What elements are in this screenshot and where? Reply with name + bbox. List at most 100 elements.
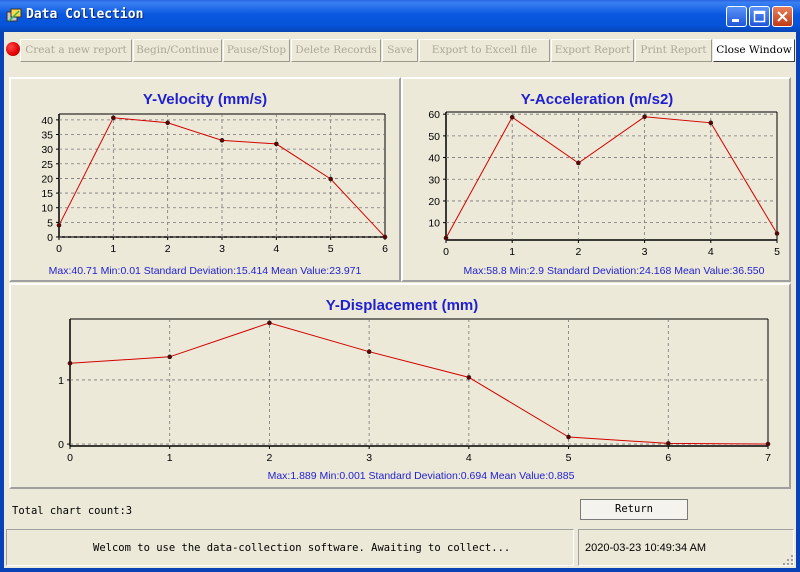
x-tick-label: 1 — [110, 243, 116, 255]
series-line — [69, 322, 769, 445]
data-point — [267, 320, 272, 326]
data-point — [466, 375, 472, 380]
begin-continue-button[interactable]: Begin/Continue — [133, 39, 222, 62]
minimize-icon — [732, 19, 739, 22]
x-tick-label: 2 — [575, 246, 581, 258]
x-tick-label: 0 — [67, 452, 73, 464]
delete-records-button[interactable]: Delete Records — [291, 39, 381, 62]
info-bar: Total chart count:3 Return — [4, 498, 796, 524]
x-tick-label: 3 — [642, 246, 648, 258]
y-tick-label: 0 — [47, 232, 53, 244]
data-point — [219, 138, 225, 143]
chart-title: Y-Acceleration (m/s2) — [521, 91, 674, 108]
toolbar: Creat a new report Begin/Continue Pause/… — [4, 36, 796, 66]
pause-stop-button[interactable]: Pause/Stop — [223, 39, 290, 62]
record-indicator-icon — [6, 42, 20, 56]
displacement-chart-panel: Y-Displacement (mm) Max:1.889 Min:0.001 … — [9, 283, 791, 489]
data-point — [509, 114, 515, 120]
x-tick-label: 5 — [566, 452, 572, 464]
data-point — [708, 120, 714, 126]
velocity-chart-panel: Y-Velocity (mm/s) Max:40.71 Min:0.01 Sta… — [9, 77, 401, 282]
x-tick-label: 6 — [382, 243, 388, 255]
y-tick-label: 20 — [41, 173, 53, 185]
x-tick-label: 4 — [708, 246, 714, 258]
create-report-button[interactable]: Creat a new report — [20, 39, 132, 62]
x-tick-label: 4 — [273, 243, 279, 255]
window-frame-bottom — [0, 568, 800, 572]
close-window-button[interactable]: Close Window — [713, 39, 795, 62]
data-point — [443, 235, 449, 241]
data-point — [665, 441, 671, 446]
window-frame-right — [796, 32, 800, 572]
x-tick-label: 1 — [167, 452, 173, 464]
y-tick-label: 60 — [428, 109, 440, 121]
app-icon — [6, 8, 22, 22]
maximize-icon — [753, 10, 766, 23]
data-point — [111, 115, 116, 121]
acceleration-chart: Y-Acceleration (m/s2) Max:58.8 Min:2.9 S… — [428, 91, 780, 277]
x-tick-label: 0 — [56, 243, 62, 255]
data-point — [167, 354, 173, 360]
save-button[interactable]: Save — [382, 39, 418, 62]
y-tick-label: 10 — [41, 203, 53, 215]
displacement-chart: Y-Displacement (mm) Max:1.889 Min:0.001 … — [58, 297, 771, 482]
window-frame-left — [0, 32, 4, 572]
minimize-button[interactable] — [726, 6, 747, 27]
window-title-bar[interactable]: Data Collection — [0, 0, 800, 32]
close-icon — [777, 11, 788, 22]
y-tick-label: 15 — [41, 188, 53, 200]
x-tick-label: 4 — [466, 452, 472, 464]
x-tick-label: 5 — [328, 243, 334, 255]
y-tick-label: 5 — [47, 217, 53, 229]
data-point — [165, 120, 170, 126]
chart-title: Y-Velocity (mm/s) — [143, 91, 267, 108]
series-line — [58, 117, 386, 238]
status-bar: Welcom to use the data-collection softwa… — [4, 527, 796, 568]
x-tick-label: 2 — [165, 243, 171, 255]
chart-count-label: Total chart count:3 — [12, 505, 133, 517]
data-point — [274, 141, 279, 147]
x-tick-label: 3 — [366, 452, 372, 464]
data-point — [642, 114, 647, 120]
y-tick-label: 10 — [428, 218, 440, 230]
y-tick-label: 30 — [41, 144, 53, 156]
y-tick-label: 35 — [41, 130, 53, 142]
y-tick-label: 20 — [428, 196, 440, 208]
data-point — [382, 234, 388, 240]
data-point — [366, 349, 372, 355]
series-line — [445, 116, 778, 239]
x-tick-label: 1 — [509, 246, 515, 258]
acceleration-chart-panel: Y-Acceleration (m/s2) Max:58.8 Min:2.9 S… — [401, 77, 791, 282]
y-tick-label: 40 — [428, 153, 440, 165]
x-tick-label: 7 — [765, 452, 771, 464]
chart-stats: Max:58.8 Min:2.9 Standard Deviation:24.1… — [463, 265, 764, 277]
y-tick-label: 1 — [58, 375, 64, 387]
data-point — [67, 360, 73, 366]
data-point — [328, 176, 333, 182]
export-report-button[interactable]: Export Report — [551, 39, 634, 62]
maximize-button[interactable] — [749, 6, 770, 27]
x-tick-label: 0 — [443, 246, 449, 258]
chart-title: Y-Displacement (mm) — [326, 297, 479, 314]
data-point — [56, 222, 62, 228]
data-point — [566, 434, 571, 440]
y-tick-label: 30 — [428, 174, 440, 186]
y-tick-label: 0 — [58, 439, 64, 451]
window-title: Data Collection — [26, 7, 144, 22]
y-tick-label: 50 — [428, 131, 440, 143]
x-tick-label: 2 — [267, 452, 273, 464]
print-report-button[interactable]: Print Report — [635, 39, 712, 62]
return-button[interactable]: Return — [580, 499, 688, 520]
chart-stats: Max:1.889 Min:0.001 Standard Deviation:0… — [268, 470, 575, 482]
x-tick-label: 6 — [665, 452, 671, 464]
status-message: Welcom to use the data-collection softwa… — [6, 529, 574, 566]
data-point — [774, 231, 780, 236]
data-point — [765, 441, 771, 447]
resize-grip-icon[interactable] — [782, 554, 794, 566]
y-tick-label: 25 — [41, 159, 53, 171]
y-tick-label: 40 — [41, 115, 53, 127]
x-tick-label: 5 — [774, 246, 780, 258]
close-window-button-titlebar[interactable] — [772, 6, 793, 27]
export-excel-button[interactable]: Export to Excell file — [419, 39, 550, 62]
velocity-chart: Y-Velocity (mm/s) Max:40.71 Min:0.01 Sta… — [41, 91, 388, 277]
